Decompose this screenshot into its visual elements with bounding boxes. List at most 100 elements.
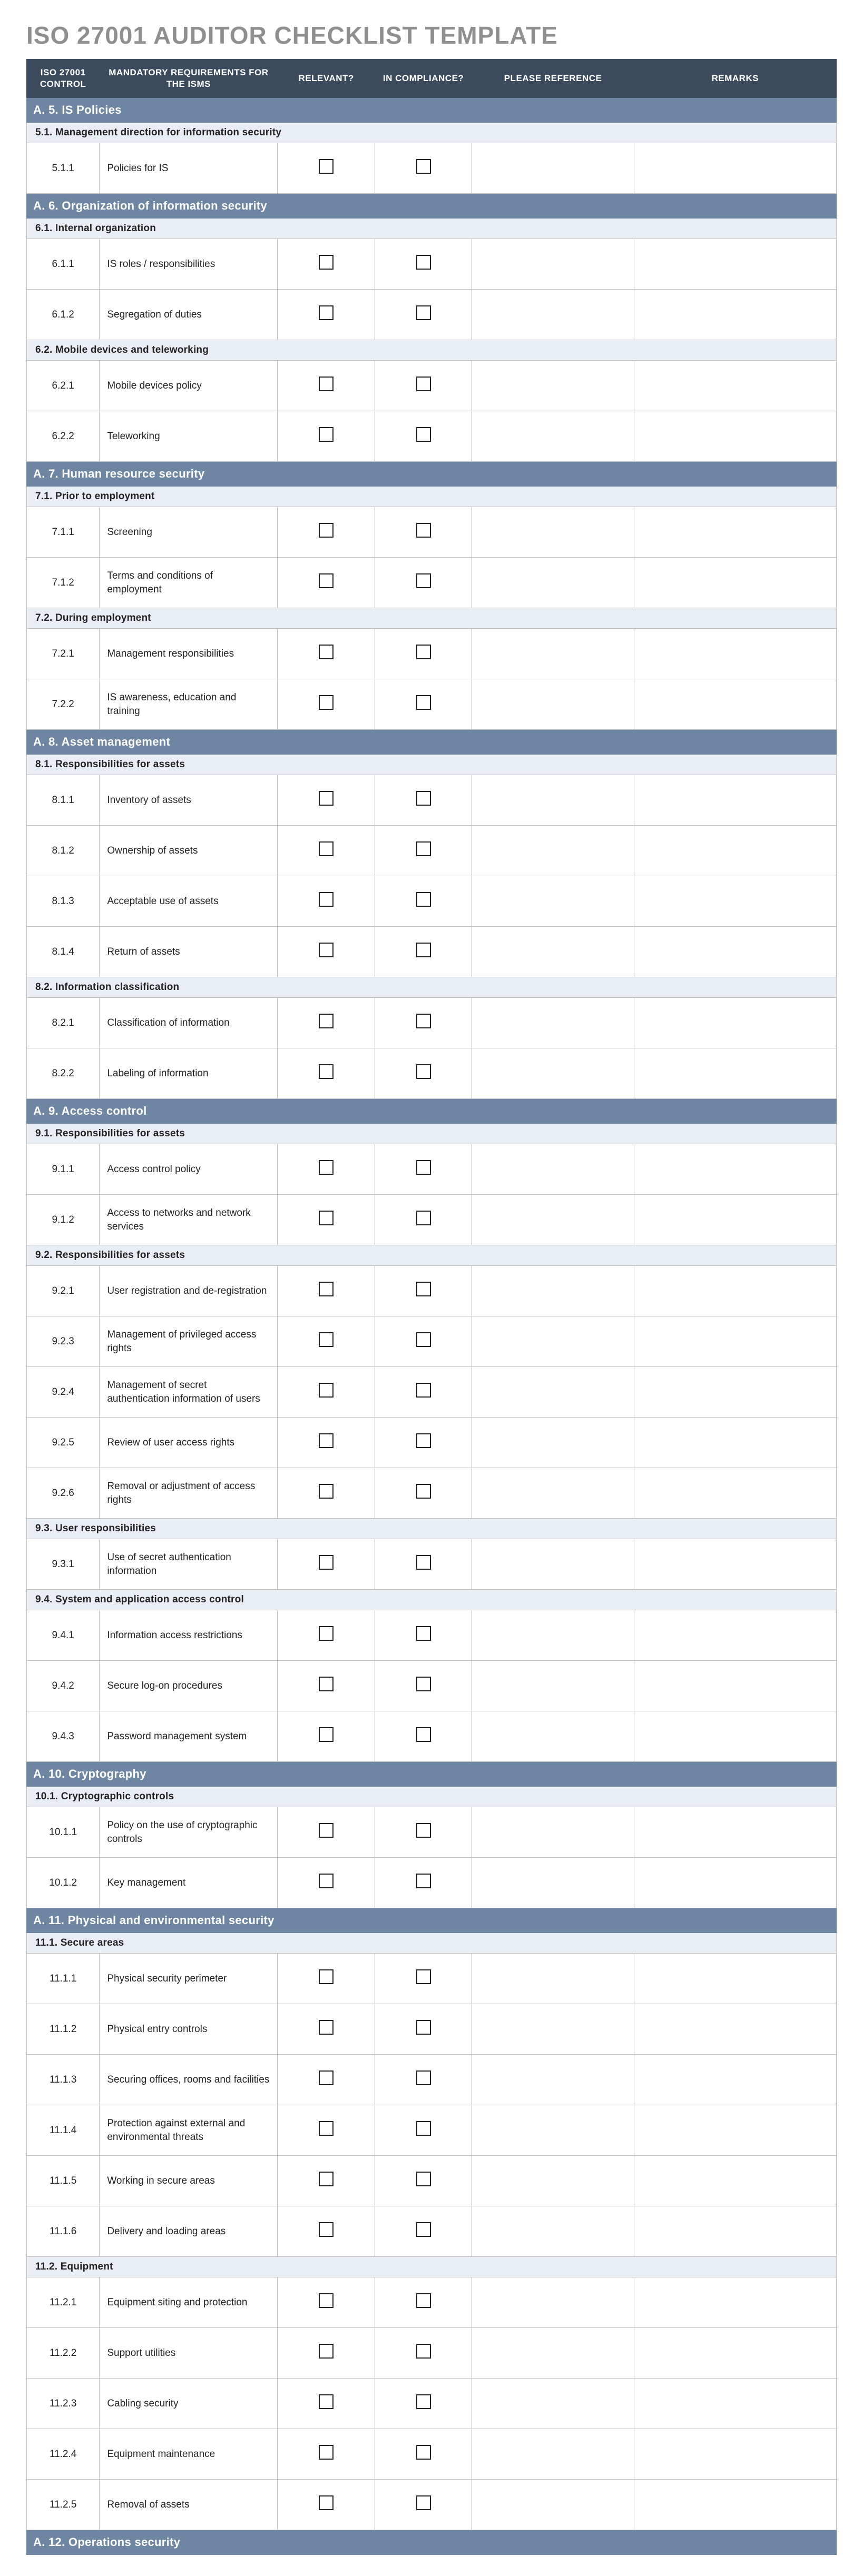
reference-cell[interactable] (472, 1048, 634, 1099)
reference-cell[interactable] (472, 1266, 634, 1316)
relevant-checkbox[interactable] (319, 2222, 334, 2237)
reference-cell[interactable] (472, 2379, 634, 2429)
reference-cell[interactable] (472, 361, 634, 411)
compliance-checkbox[interactable] (416, 2495, 431, 2510)
remarks-cell[interactable] (634, 1367, 836, 1418)
remarks-cell[interactable] (634, 1539, 836, 1590)
relevant-checkbox[interactable] (319, 1282, 334, 1296)
relevant-checkbox[interactable] (319, 1332, 334, 1347)
reference-cell[interactable] (472, 2429, 634, 2480)
compliance-checkbox[interactable] (416, 1969, 431, 1984)
compliance-checkbox[interactable] (416, 1332, 431, 1347)
compliance-checkbox[interactable] (416, 695, 431, 710)
reference-cell[interactable] (472, 876, 634, 927)
reference-cell[interactable] (472, 2105, 634, 2156)
remarks-cell[interactable] (634, 239, 836, 290)
relevant-checkbox[interactable] (319, 305, 334, 320)
compliance-checkbox[interactable] (416, 159, 431, 174)
reference-cell[interactable] (472, 826, 634, 876)
compliance-checkbox[interactable] (416, 2222, 431, 2237)
relevant-checkbox[interactable] (319, 427, 334, 442)
compliance-checkbox[interactable] (416, 1282, 431, 1296)
remarks-cell[interactable] (634, 1858, 836, 1908)
remarks-cell[interactable] (634, 2429, 836, 2480)
remarks-cell[interactable] (634, 876, 836, 927)
remarks-cell[interactable] (634, 2105, 836, 2156)
compliance-checkbox[interactable] (416, 1160, 431, 1175)
remarks-cell[interactable] (634, 1316, 836, 1367)
remarks-cell[interactable] (634, 1807, 836, 1858)
relevant-checkbox[interactable] (319, 943, 334, 957)
compliance-checkbox[interactable] (416, 1433, 431, 1448)
relevant-checkbox[interactable] (319, 1969, 334, 1984)
remarks-cell[interactable] (634, 679, 836, 730)
remarks-cell[interactable] (634, 1468, 836, 1519)
compliance-checkbox[interactable] (416, 1064, 431, 1079)
compliance-checkbox[interactable] (416, 791, 431, 806)
relevant-checkbox[interactable] (319, 1484, 334, 1499)
reference-cell[interactable] (472, 998, 634, 1048)
relevant-checkbox[interactable] (319, 573, 334, 588)
remarks-cell[interactable] (634, 1048, 836, 1099)
reference-cell[interactable] (472, 1661, 634, 1711)
relevant-checkbox[interactable] (319, 2344, 334, 2359)
relevant-checkbox[interactable] (319, 1211, 334, 1225)
reference-cell[interactable] (472, 1539, 634, 1590)
relevant-checkbox[interactable] (319, 791, 334, 806)
compliance-checkbox[interactable] (416, 255, 431, 270)
relevant-checkbox[interactable] (319, 841, 334, 856)
reference-cell[interactable] (472, 290, 634, 340)
compliance-checkbox[interactable] (416, 1626, 431, 1641)
compliance-checkbox[interactable] (416, 1014, 431, 1028)
compliance-checkbox[interactable] (416, 841, 431, 856)
relevant-checkbox[interactable] (319, 1555, 334, 1570)
relevant-checkbox[interactable] (319, 1064, 334, 1079)
relevant-checkbox[interactable] (319, 2495, 334, 2510)
relevant-checkbox[interactable] (319, 159, 334, 174)
compliance-checkbox[interactable] (416, 645, 431, 659)
remarks-cell[interactable] (634, 411, 836, 462)
relevant-checkbox[interactable] (319, 1433, 334, 1448)
relevant-checkbox[interactable] (319, 1677, 334, 1691)
compliance-checkbox[interactable] (416, 2020, 431, 2035)
remarks-cell[interactable] (634, 290, 836, 340)
compliance-checkbox[interactable] (416, 1727, 431, 1742)
relevant-checkbox[interactable] (319, 1727, 334, 1742)
reference-cell[interactable] (472, 1954, 634, 2004)
compliance-checkbox[interactable] (416, 305, 431, 320)
remarks-cell[interactable] (634, 2328, 836, 2379)
remarks-cell[interactable] (634, 1195, 836, 1245)
reference-cell[interactable] (472, 1144, 634, 1195)
compliance-checkbox[interactable] (416, 427, 431, 442)
reference-cell[interactable] (472, 411, 634, 462)
relevant-checkbox[interactable] (319, 2070, 334, 2085)
relevant-checkbox[interactable] (319, 645, 334, 659)
compliance-checkbox[interactable] (416, 2344, 431, 2359)
remarks-cell[interactable] (634, 629, 836, 679)
remarks-cell[interactable] (634, 775, 836, 826)
reference-cell[interactable] (472, 2328, 634, 2379)
relevant-checkbox[interactable] (319, 2394, 334, 2409)
remarks-cell[interactable] (634, 1661, 836, 1711)
reference-cell[interactable] (472, 1367, 634, 1418)
remarks-cell[interactable] (634, 998, 836, 1048)
relevant-checkbox[interactable] (319, 695, 334, 710)
relevant-checkbox[interactable] (319, 892, 334, 907)
compliance-checkbox[interactable] (416, 1874, 431, 1888)
reference-cell[interactable] (472, 1610, 634, 1661)
remarks-cell[interactable] (634, 143, 836, 194)
relevant-checkbox[interactable] (319, 2293, 334, 2308)
relevant-checkbox[interactable] (319, 1160, 334, 1175)
relevant-checkbox[interactable] (319, 1626, 334, 1641)
compliance-checkbox[interactable] (416, 2121, 431, 2136)
remarks-cell[interactable] (634, 2156, 836, 2206)
remarks-cell[interactable] (634, 927, 836, 977)
relevant-checkbox[interactable] (319, 1874, 334, 1888)
compliance-checkbox[interactable] (416, 892, 431, 907)
compliance-checkbox[interactable] (416, 573, 431, 588)
reference-cell[interactable] (472, 143, 634, 194)
compliance-checkbox[interactable] (416, 1211, 431, 1225)
relevant-checkbox[interactable] (319, 523, 334, 538)
reference-cell[interactable] (472, 1468, 634, 1519)
remarks-cell[interactable] (634, 1418, 836, 1468)
